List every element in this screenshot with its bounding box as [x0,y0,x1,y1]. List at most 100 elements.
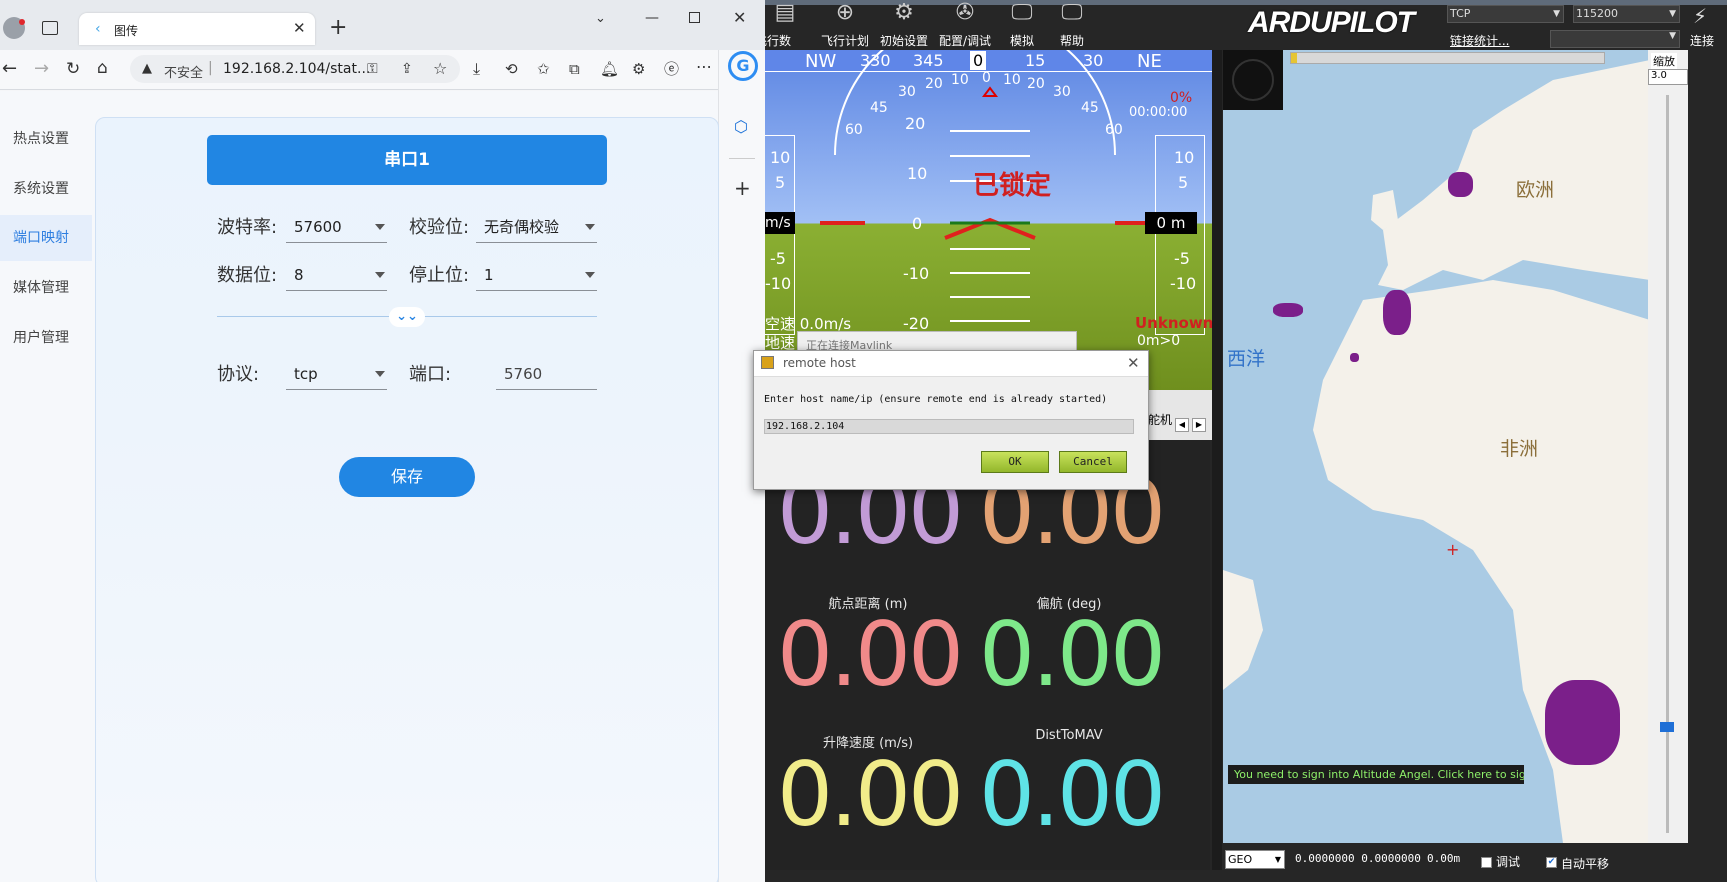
map[interactable]: 欧洲 非洲 西洋 + You need to sign into Altitud… [1223,50,1650,843]
menu-flight-plan[interactable]: ⊕ 飞行计划 [815,0,875,50]
maximize-icon[interactable] [689,12,700,23]
autopan-checkbox[interactable]: ✔ [1546,857,1557,868]
speed-tick: -5 [770,249,786,268]
host-input[interactable]: 192.168.2.104 [764,419,1134,434]
databits-label: 数据位: [217,265,278,286]
poi-cluster [1273,303,1303,317]
expand-icon[interactable]: ⌄⌄ [389,307,425,327]
extensions-icon[interactable]: ⚙ [632,59,645,79]
databits-select[interactable]: 8 [286,259,387,291]
pitch-line [950,130,1030,132]
chevron-down-icon[interactable]: ⌄ [595,9,606,29]
baud-value: 57600 [294,218,342,236]
chevron-down-icon: ▼ [1669,31,1676,41]
debug-checkbox[interactable] [1481,857,1492,868]
sidebar-item-port-mapping[interactable]: 端口映射 [0,215,92,261]
cancel-button[interactable]: Cancel [1059,451,1127,473]
menu-flight-data[interactable]: ▤飞行数据 [765,0,805,65]
wrench-icon: ✇ [955,0,975,25]
stopbits-value: 1 [484,266,494,284]
share-icon[interactable]: ⇪ [401,59,413,79]
forward-icon[interactable]: → [34,59,49,79]
webpage: 热点设置 系统设置 端口映射 媒体管理 用户管理 串口1 波特率: 57600 … [0,91,719,882]
menu-config[interactable]: ✇ 配置/调试 [933,0,997,50]
sidebar-item-users[interactable]: 用户管理 [0,315,92,361]
tab-servo[interactable]: 舵机 [1148,411,1172,428]
ok-button[interactable]: OK [981,451,1049,473]
geo-select[interactable]: GEO ▼ [1225,850,1285,869]
star-icon[interactable]: ☆ [433,59,447,79]
baud-select[interactable]: 57600 [286,211,387,243]
url-text: 192.168.2.104/stat... [223,61,371,77]
menu-help[interactable]: 🖵︎ 帮助 [1047,0,1097,50]
hud: NW 330 345 0 15 30 NE 60 45 30 20 10 0 1… [765,50,1215,390]
quick-value: 0.00 [777,743,964,846]
link-stats-link[interactable]: 链接统计... [1450,32,1509,49]
home-icon[interactable]: ⌂ [97,58,108,78]
port-select[interactable]: ▼ [1550,30,1680,48]
parity-label: 校验位: [409,217,470,238]
tab-scroll-left-icon[interactable]: ◀ [1175,418,1189,432]
compass-widget[interactable] [1223,50,1283,110]
office-icon[interactable]: ⬡ [734,117,748,136]
zoom-slider-handle[interactable] [1660,722,1674,732]
ocean-label: 西洋 [1227,348,1266,370]
connect-icon[interactable]: ⚡ [1693,4,1707,28]
baud-rate-select[interactable]: 115200 ▼ [1573,5,1680,23]
warning-icon: ▲ [142,61,152,76]
copilot-icon[interactable]: G [728,51,758,81]
collections-icon[interactable]: ⧉ [569,59,580,79]
sidebar-item-media[interactable]: 媒体管理 [0,265,92,311]
land-europe [1378,60,1650,290]
map-progress-bar [1290,52,1605,64]
edge-icon[interactable]: ⓔ [664,59,679,79]
minimize-icon[interactable]: — [645,8,659,28]
alt-tick: -10 [1170,274,1197,293]
sidebar-item-hotspot[interactable]: 热点设置 [0,116,92,162]
dialog-close-icon[interactable]: ✕ [1127,354,1140,372]
port-input[interactable]: 5760 [496,358,597,390]
save-button[interactable]: 保存 [339,457,475,497]
debug-label: 调试 [1496,855,1521,869]
protocol-select[interactable]: tcp [286,358,387,390]
menu-simulation[interactable]: 🖵︎ 模拟 [997,0,1047,50]
history-icon[interactable]: ⟲ [505,59,518,79]
back-icon[interactable]: ← [2,59,17,79]
add-sidebar-icon[interactable]: + [734,176,751,200]
security-label: 不安全 [164,66,204,81]
baud-label: 波特率: [217,217,278,238]
serial-header-button[interactable]: 串口1 [207,135,607,185]
pitch-line [950,248,1030,250]
connection-type-select[interactable]: TCP ▼ [1447,5,1564,23]
download-icon[interactable]: ⤓ [473,59,480,79]
new-tab-icon[interactable]: + [329,17,347,39]
speed-tick: -10 [765,274,792,293]
chevron-down-icon: ▼ [1274,855,1281,864]
favorites-icon[interactable]: ✩ [537,59,550,79]
altitude-angel-signin[interactable]: You need to sign into Altitude Angel. Cl… [1228,765,1524,784]
speed-readout: m/s [765,212,795,234]
sidebar-item-system[interactable]: 系统设置 [0,166,92,212]
close-tab-icon[interactable]: ✕ [293,19,306,37]
poi-cluster [1383,290,1411,335]
browser-tab[interactable]: ‹ 图传 ✕ [79,13,315,45]
stopbits-select[interactable]: 1 [476,259,597,291]
bell-icon[interactable]: 🔔︎ [600,59,619,79]
alt-readout-text: 0.00m [1427,852,1461,865]
tab-scroll-right-icon[interactable]: ▶ [1192,418,1206,432]
refresh-icon[interactable]: ↻ [66,59,80,79]
parity-select[interactable]: 无奇偶校验 [476,211,597,243]
port-label: 端口: [409,364,452,385]
alt-tick: -5 [1174,249,1190,268]
close-window-icon[interactable]: ✕ [733,8,746,28]
connect-label[interactable]: 连接 [1690,32,1714,49]
menu-initial-setup[interactable]: ⚙ 初始设置 [874,0,934,50]
port-value: 5760 [504,365,543,383]
key-icon[interactable]: ⚿ [367,59,378,79]
armed-status: 已锁定 [973,171,1052,201]
zoom-input[interactable]: 3.0 [1648,69,1688,85]
more-icon[interactable]: ⋯ [696,57,712,77]
map-right-border [1688,50,1727,882]
tab-actions-icon[interactable] [42,21,58,35]
chevron-down-icon [375,371,385,377]
